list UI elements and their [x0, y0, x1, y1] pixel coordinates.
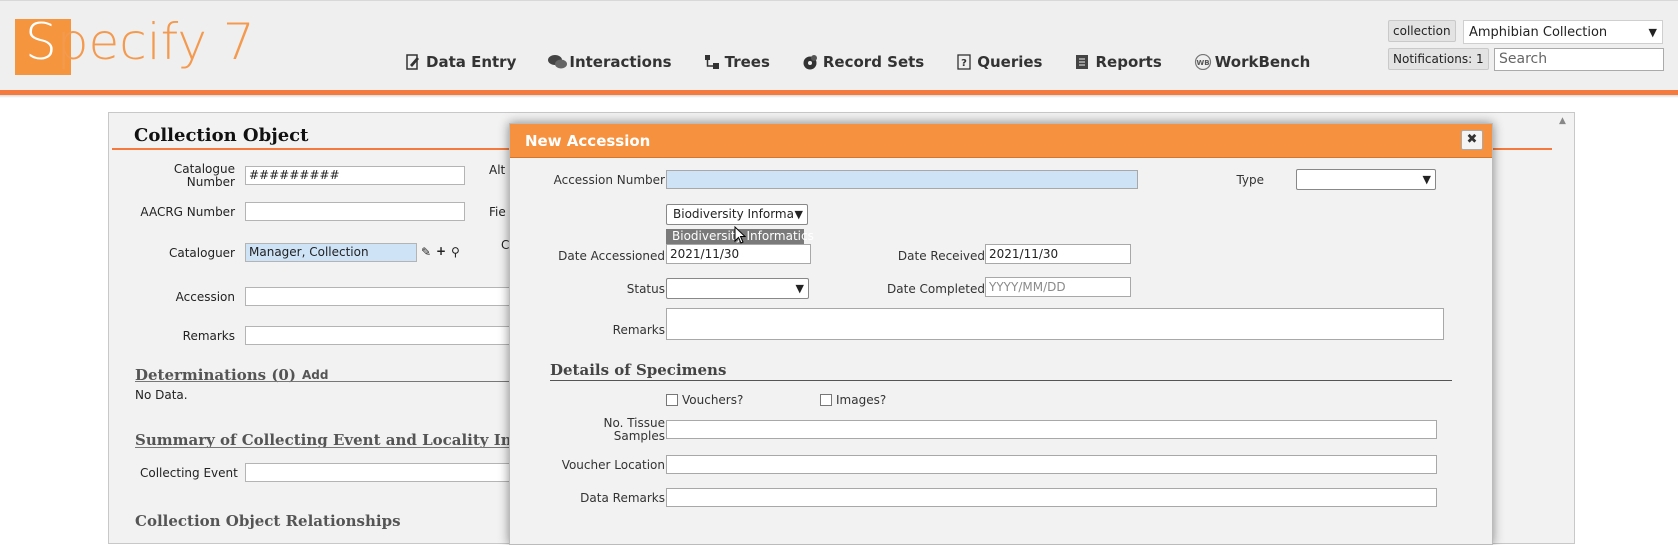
- cataloguer-field[interactable]: Manager, Collection: [245, 243, 417, 262]
- nav-label: Queries: [977, 53, 1043, 71]
- no-data-text: No Data.: [135, 388, 188, 402]
- data-entry-icon: [405, 54, 421, 70]
- checkbox-box[interactable]: [820, 394, 832, 406]
- svg-text:?: ?: [961, 58, 967, 69]
- details-rule: [550, 380, 1452, 381]
- nav-label: WorkBench: [1214, 53, 1311, 71]
- interactions-icon: [548, 54, 568, 70]
- nav-label: Record Sets: [822, 53, 925, 71]
- remarks-label: Remarks: [612, 323, 665, 337]
- edit-icon[interactable]: ✎: [421, 245, 431, 259]
- record-sets-icon: [802, 54, 818, 70]
- new-accession-dialog: New Accession ✖ Accession Number Type ▼ …: [509, 123, 1493, 545]
- cataloguer-label: Cataloguer: [168, 246, 235, 260]
- date-accessioned-label: Date Accessioned: [558, 249, 665, 263]
- nav-label: Trees: [724, 53, 770, 71]
- tissue-samples-field[interactable]: [666, 420, 1437, 439]
- division-select-value: Biodiversity Informat: [673, 207, 799, 221]
- nav-reports[interactable]: Reports: [1074, 53, 1162, 71]
- nav-label: Interactions: [569, 53, 672, 71]
- nav-interactions[interactable]: Interactions: [548, 53, 672, 71]
- vouchers-checkbox[interactable]: Vouchers?: [666, 393, 743, 407]
- data-remarks-label: Data Remarks: [580, 491, 665, 505]
- queries-icon: ?: [956, 54, 972, 70]
- date-completed-label: Date Completed: [887, 282, 985, 296]
- collection-select[interactable]: Amphibian Collection ▼: [1463, 20, 1663, 44]
- voucher-location-field[interactable]: [666, 455, 1437, 474]
- add-icon[interactable]: +: [436, 244, 446, 258]
- svg-text:WB: WB: [1196, 59, 1209, 67]
- images-checkbox[interactable]: Images?: [820, 393, 886, 407]
- nav-data-entry[interactable]: Data Entry: [405, 53, 516, 71]
- nav-record-sets[interactable]: Record Sets: [802, 53, 924, 71]
- scroll-up-icon[interactable]: ▲: [1559, 116, 1566, 126]
- main-nav: Data Entry Interactions Trees Record Set…: [405, 53, 1342, 71]
- add-determination-link[interactable]: Add: [302, 368, 328, 382]
- accession-field[interactable]: [245, 287, 515, 306]
- date-completed-field[interactable]: YYYY/MM/DD: [985, 277, 1131, 297]
- search-input[interactable]: Search: [1494, 48, 1664, 71]
- remarks-field[interactable]: [245, 326, 515, 345]
- determinations-rule: [135, 381, 515, 382]
- dialog-title: New Accession: [525, 132, 651, 150]
- details-of-specimens-heading: Details of Specimens: [550, 361, 727, 379]
- type-select[interactable]: ▼: [1296, 169, 1436, 190]
- search-icon[interactable]: ⚲: [451, 245, 460, 259]
- alt-label-fragment: Alt: [489, 163, 506, 177]
- catalogue-number-field[interactable]: #########: [245, 166, 465, 185]
- remarks-label: Remarks: [182, 329, 235, 343]
- collecting-event-label: Collecting Event: [140, 466, 238, 480]
- accession-label: Accession: [175, 290, 235, 304]
- header-shadow: [0, 95, 1678, 98]
- date-accessioned-field[interactable]: 2021/11/30: [666, 244, 811, 264]
- nav-queries[interactable]: ? Queries: [956, 53, 1042, 71]
- data-remarks-field[interactable]: [666, 488, 1437, 507]
- tissue-samples-label: No. Tissue Samples: [603, 416, 665, 443]
- accession-number-label: Accession Number: [553, 173, 665, 187]
- remarks-textarea[interactable]: [666, 308, 1444, 340]
- reports-icon: [1074, 54, 1090, 70]
- aacrg-number-field[interactable]: [245, 202, 465, 221]
- chevron-down-icon: ▼: [1648, 26, 1657, 39]
- close-button[interactable]: ✖: [1461, 130, 1483, 150]
- date-received-field[interactable]: 2021/11/30: [985, 244, 1131, 264]
- collection-select-value: Amphibian Collection: [1469, 25, 1608, 40]
- nav-label: Reports: [1095, 53, 1162, 71]
- close-icon: ✖: [1466, 132, 1478, 147]
- status-select[interactable]: ▼: [666, 278, 809, 299]
- nav-workbench[interactable]: WB WorkBench: [1194, 53, 1311, 71]
- trees-icon: [704, 54, 720, 70]
- voucher-location-label: Voucher Location: [561, 458, 665, 472]
- fie-label-fragment: Fie: [489, 205, 506, 219]
- form-title: Collection Object: [134, 125, 309, 146]
- chevron-down-icon: ▼: [1420, 170, 1431, 189]
- vouchers-label: Vouchers?: [682, 393, 744, 407]
- checkbox-box[interactable]: [666, 394, 678, 406]
- catalogue-number-label: Catalogue Number: [173, 162, 235, 189]
- notifications-button[interactable]: Notifications: 1: [1388, 48, 1489, 70]
- date-received-label: Date Received: [897, 249, 985, 263]
- app-header: Specify 7 Data Entry Interactions Trees …: [0, 0, 1678, 91]
- logo-wordmark: Specify 7: [25, 13, 255, 71]
- accession-number-field[interactable]: [666, 170, 1138, 189]
- specify-logo[interactable]: Specify 7: [15, 13, 255, 77]
- collecting-event-field[interactable]: [245, 463, 515, 482]
- nav-trees[interactable]: Trees: [704, 53, 770, 71]
- relationships-heading: Collection Object Relationships: [135, 512, 401, 530]
- dialog-titlebar[interactable]: New Accession ✖: [510, 124, 1492, 158]
- collection-label-badge: collection: [1388, 20, 1456, 42]
- workbench-icon: WB: [1194, 53, 1211, 71]
- nav-label: Data Entry: [426, 53, 517, 71]
- division-select[interactable]: Biodiversity Informat ▼: [666, 204, 808, 225]
- chevron-down-icon: ▼: [792, 205, 803, 224]
- status-label: Status: [626, 282, 665, 296]
- images-label: Images?: [836, 393, 887, 407]
- type-label: Type: [1236, 173, 1264, 187]
- aacrg-number-label: AACRG Number: [140, 205, 235, 219]
- chevron-down-icon: ▼: [793, 279, 804, 298]
- summary-rule: [135, 447, 515, 448]
